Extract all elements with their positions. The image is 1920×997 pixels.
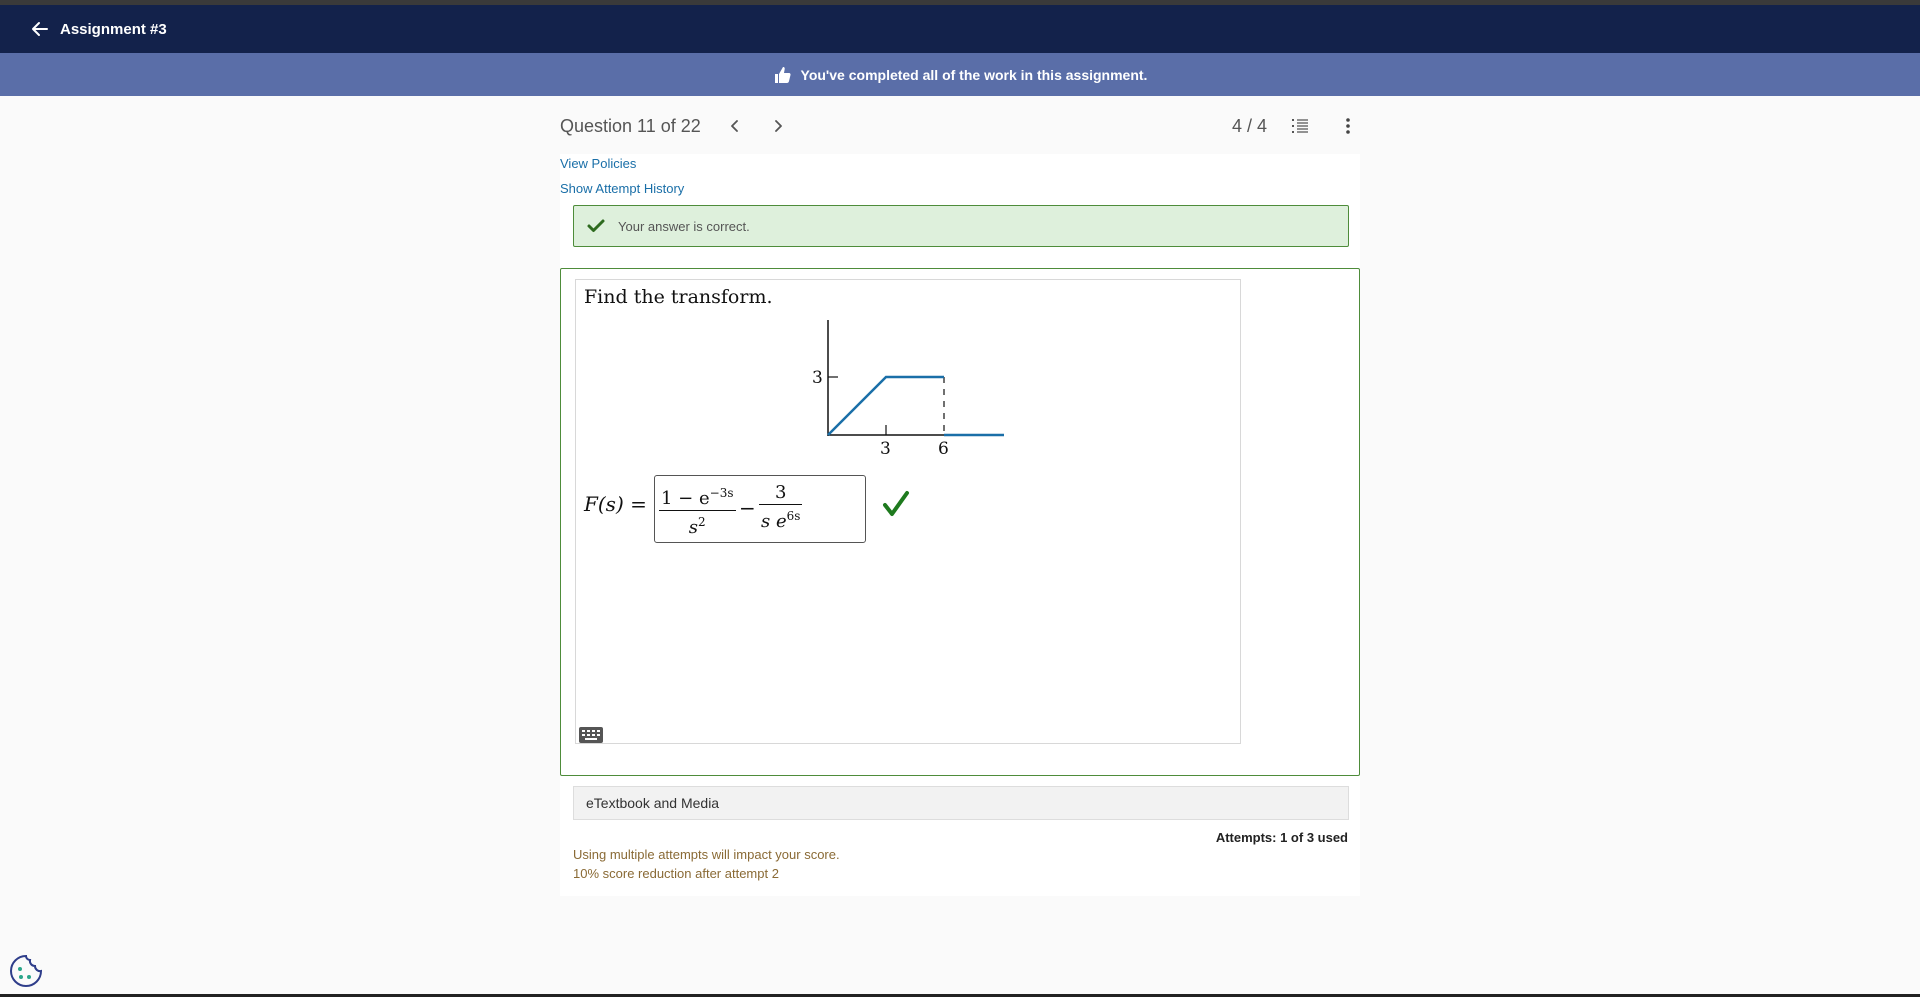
question-card: Find the transform. 3 3 6 F(s) = 1 − e−3 — [560, 268, 1360, 776]
next-question-button[interactable] — [766, 114, 790, 138]
question-list-icon — [1292, 119, 1308, 133]
more-options-button[interactable] — [1336, 114, 1360, 138]
checkmark-icon — [587, 219, 605, 232]
question-counter: Question 11 of 22 — [560, 116, 701, 136]
piecewise-function-graph: 3 3 6 — [812, 320, 1004, 459]
fraction1-denominator: s — [688, 517, 699, 538]
etextbook-label: eTextbook and Media — [586, 795, 720, 811]
fraction2-numerator: 3 — [774, 482, 787, 503]
question-navigation: Question 11 of 22 4 / 4 — [560, 96, 1360, 154]
graph-y-tick-label: 3 — [812, 368, 823, 388]
assignment-title: Assignment #3 — [60, 20, 167, 38]
answer-first-fraction: 1 − e−3s s2 — [659, 482, 736, 539]
answer-minus-operator: − — [739, 496, 756, 520]
fraction2-denominator-exponent: 6s — [786, 509, 801, 523]
thumbs-up-icon — [774, 66, 791, 83]
banner-message: You've completed all of the work in this… — [800, 66, 1148, 83]
question-content-area: Question 11 of 22 4 / 4 View Policies Sh… — [560, 96, 1360, 896]
question-list-button[interactable] — [1288, 114, 1312, 138]
view-policies-link[interactable]: View Policies — [560, 156, 636, 171]
fraction1-numerator: 1 − e — [661, 488, 710, 509]
answer-function-name: F(s) — [584, 492, 624, 516]
answer-feedback-box: Your answer is correct. — [573, 205, 1349, 247]
arrow-left-icon — [32, 22, 48, 36]
show-attempt-history-link[interactable]: Show Attempt History — [560, 181, 684, 196]
back-to-assignment-link[interactable]: Assignment #3 — [30, 19, 167, 39]
completion-banner: You've completed all of the work in this… — [0, 53, 1920, 96]
assignment-header: Assignment #3 — [0, 5, 1920, 53]
keyboard-icon[interactable] — [578, 725, 604, 745]
cookie-settings-icon[interactable] — [8, 953, 44, 989]
answer-equals-sign: = — [630, 492, 647, 516]
question-body: Find the transform. 3 3 6 F(s) = 1 − e−3 — [575, 279, 1241, 744]
question-score: 4 / 4 — [1232, 116, 1268, 136]
answer-label: F(s) = — [584, 492, 647, 516]
attempts-counter: Attempts: 1 of 3 used — [1215, 830, 1348, 845]
previous-question-button[interactable] — [723, 114, 747, 138]
fraction1-numerator-exponent: −3s — [709, 486, 734, 500]
attempts-note-line1: Using multiple attempts will impact your… — [573, 847, 840, 862]
fraction2-denominator: s e — [761, 511, 787, 532]
chevron-left-icon — [731, 120, 738, 132]
answer-input[interactable]: 1 − e−3s s2 − 3 s e6s — [654, 475, 866, 543]
fraction1-denominator-exponent: 2 — [698, 515, 706, 529]
answer-second-fraction: 3 s e6s — [759, 482, 803, 533]
graph-x-tick-label-3: 3 — [880, 439, 891, 459]
attempts-note-line2: 10% score reduction after attempt 2 — [573, 866, 779, 881]
more-vertical-icon — [1346, 118, 1350, 134]
etextbook-media-panel[interactable]: eTextbook and Media — [573, 786, 1349, 820]
chevron-right-icon — [775, 120, 782, 132]
green-checkmark-icon — [883, 491, 909, 516]
graph-x-tick-label-6: 6 — [938, 439, 949, 459]
feedback-text: Your answer is correct. — [618, 219, 750, 234]
